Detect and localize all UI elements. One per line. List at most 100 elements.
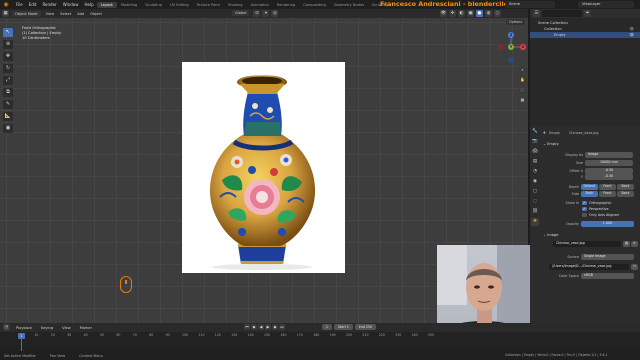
outliner-item-empty[interactable]: Empty 👁 <box>530 32 640 38</box>
workspace-tab-modeling[interactable]: Modeling <box>117 2 141 8</box>
timeline-menu-marker[interactable]: Marker <box>77 325 95 331</box>
pivot-icon[interactable]: ⊙ <box>253 10 261 17</box>
workspace-tab-compositing[interactable]: Compositing <box>299 2 330 8</box>
navigation-gizmo[interactable]: Z X Y <box>496 30 526 64</box>
display-as-dropdown[interactable]: Image <box>585 152 633 158</box>
workspace-tab-geometry-nodes[interactable]: Geometry Nodes <box>330 2 368 8</box>
tool-tab-icon[interactable]: 🔧 <box>531 128 539 136</box>
perspective-checkbox[interactable]: ✓ <box>582 206 587 211</box>
outliner-editor-icon[interactable]: ☰ <box>533 10 540 17</box>
scene-tab-icon[interactable]: ◔ <box>531 168 539 176</box>
gizmo-neg-x-axis[interactable] <box>498 44 504 50</box>
workspace-tab-uv-editing[interactable]: UV Editing <box>166 2 193 8</box>
viewport-menu-select[interactable]: Select <box>57 11 74 17</box>
workspace-tab-texture-paint[interactable]: Texture Paint <box>193 2 224 8</box>
opacity-slider[interactable]: 1.000 <box>581 221 634 227</box>
proportional-edit-icon[interactable]: ◎ <box>271 10 279 17</box>
section-image-header[interactable]: ⌄ Image <box>541 232 637 239</box>
perspective-toggle-grid-icon[interactable]: ▦ <box>519 96 526 103</box>
gizmo-y-axis[interactable]: Y <box>508 44 514 50</box>
orthographic-checkbox[interactable]: ✓ <box>582 200 587 205</box>
visibility-eye-icon[interactable]: 👁 <box>629 32 634 38</box>
current-frame-field[interactable]: 1 <box>322 324 333 330</box>
menu-window[interactable]: Window <box>60 2 82 7</box>
viewport-menu-add[interactable]: Add <box>74 11 87 17</box>
xray-icon[interactable]: ▣ <box>467 10 474 17</box>
view-layer-tab-icon[interactable]: ▤ <box>531 158 539 166</box>
rendered-shading-icon[interactable]: ○ <box>494 10 501 17</box>
timeline-editor-icon[interactable]: ◷ <box>3 324 10 331</box>
source-dropdown[interactable]: Single Image <box>581 254 634 260</box>
object-data-tab-icon[interactable]: ✚ <box>531 218 539 226</box>
next-keyframe-icon[interactable]: ◆ <box>272 324 278 330</box>
depth-default-button[interactable]: Default <box>581 184 598 190</box>
play-reverse-icon[interactable]: ◀ <box>258 324 264 330</box>
workspace-tab-sculpting[interactable]: Sculpting <box>141 2 166 8</box>
jump-start-icon[interactable]: ⏮ <box>244 324 250 330</box>
folder-icon[interactable]: ▭ <box>631 264 638 270</box>
reference-image-vase[interactable] <box>182 62 345 273</box>
filter-icon[interactable]: ⏷ <box>584 10 591 17</box>
cursor-tool-icon[interactable]: ⊕ <box>3 40 13 49</box>
rotate-tool-icon[interactable]: ↻ <box>3 64 13 73</box>
material-shading-icon[interactable]: ◍ <box>485 10 492 17</box>
view-layer-selector[interactable]: ViewLayer <box>578 1 634 8</box>
camera-view-icon[interactable]: 🎥 <box>519 86 526 93</box>
start-frame-field[interactable]: Start 1 <box>334 324 353 330</box>
snap-icon[interactable]: ⌖ <box>262 10 270 17</box>
add-cube-tool-icon[interactable]: ▣ <box>3 124 13 133</box>
scale-tool-icon[interactable]: ⤢ <box>3 76 13 85</box>
offset-y-field[interactable]: -0.50 <box>585 174 633 180</box>
viewport-menu-object[interactable]: Object <box>87 11 105 17</box>
gizmo-neg-z-axis[interactable] <box>508 57 514 63</box>
menu-help[interactable]: Help <box>81 2 96 7</box>
depth-back-button[interactable]: Back <box>617 184 634 190</box>
move-tool-icon[interactable]: ✥ <box>3 52 13 61</box>
gizmo-x-axis[interactable]: X <box>520 44 526 50</box>
object-mode-dropdown[interactable]: Object Mode <box>12 10 41 17</box>
output-tab-icon[interactable]: 🖨 <box>531 148 539 156</box>
jump-end-icon[interactable]: ⏭ <box>279 324 285 330</box>
scene-selector[interactable]: Scene <box>505 1 555 8</box>
pan-hand-icon[interactable]: ✋ <box>519 76 526 83</box>
image-datablock-field[interactable]: Chinese_vase.jpg <box>553 241 621 247</box>
size-field[interactable]: 10000 mm <box>585 160 633 166</box>
overlays-icon[interactable]: ◐ <box>458 10 465 17</box>
workspace-tab-shading[interactable]: Shading <box>224 2 247 8</box>
annotate-tool-icon[interactable]: ✎ <box>3 100 13 109</box>
world-tab-icon[interactable]: ◉ <box>531 178 539 186</box>
viewport-menu-view[interactable]: View <box>43 11 58 17</box>
object-tab-icon[interactable]: ▢ <box>531 188 539 196</box>
side-front-button[interactable]: Front <box>599 191 616 197</box>
outliner-search-field[interactable] <box>542 10 582 17</box>
color-space-dropdown[interactable]: sRGB <box>581 273 634 279</box>
zoom-icon[interactable]: ⌕ <box>519 66 526 73</box>
timeline-ruler[interactable]: 0102030405060708090100110120130140150160… <box>0 333 440 339</box>
filepath-field[interactable]: //Users/Image/D.../Chinese_vase.jpg <box>549 264 629 270</box>
options-dropdown[interactable]: Options <box>506 19 526 25</box>
end-frame-field[interactable]: End 250 <box>354 324 377 330</box>
prev-keyframe-icon[interactable]: ◆ <box>251 324 257 330</box>
axis-aligned-checkbox[interactable] <box>582 212 587 217</box>
constraints-tab-icon[interactable]: ⛓ <box>531 208 539 216</box>
image-unlink-icon[interactable]: ✕ <box>631 241 638 247</box>
menu-file[interactable]: File <box>13 2 26 7</box>
gizmo-z-axis[interactable]: Z <box>508 32 514 38</box>
workspace-tab-animation[interactable]: Animation <box>247 2 273 8</box>
menu-edit[interactable]: Edit <box>26 2 40 7</box>
gizmo-toggle-icon[interactable]: ✣ <box>449 10 456 17</box>
offset-x-field[interactable]: -0.50 <box>585 168 633 174</box>
measure-tool-icon[interactable]: 📐 <box>3 112 13 121</box>
editor-type-icon[interactable]: ▦ <box>2 10 9 17</box>
visibility-icon[interactable]: 👁 <box>440 10 447 17</box>
render-tab-icon[interactable]: 📷 <box>531 138 539 146</box>
workspace-tab-rendering[interactable]: Rendering <box>273 2 299 8</box>
transform-orientation-dropdown[interactable]: Global <box>232 10 250 16</box>
section-empty-header[interactable]: ⌄ Empty <box>541 141 637 148</box>
solid-shading-icon[interactable]: ● <box>476 10 483 17</box>
depth-front-button[interactable]: Front <box>599 184 616 190</box>
play-icon[interactable]: ▶ <box>265 324 271 330</box>
side-both-button[interactable]: Both <box>581 191 598 197</box>
physics-tab-icon[interactable]: ◌ <box>531 198 539 206</box>
image-browse-icon[interactable]: ▤ <box>623 241 630 247</box>
